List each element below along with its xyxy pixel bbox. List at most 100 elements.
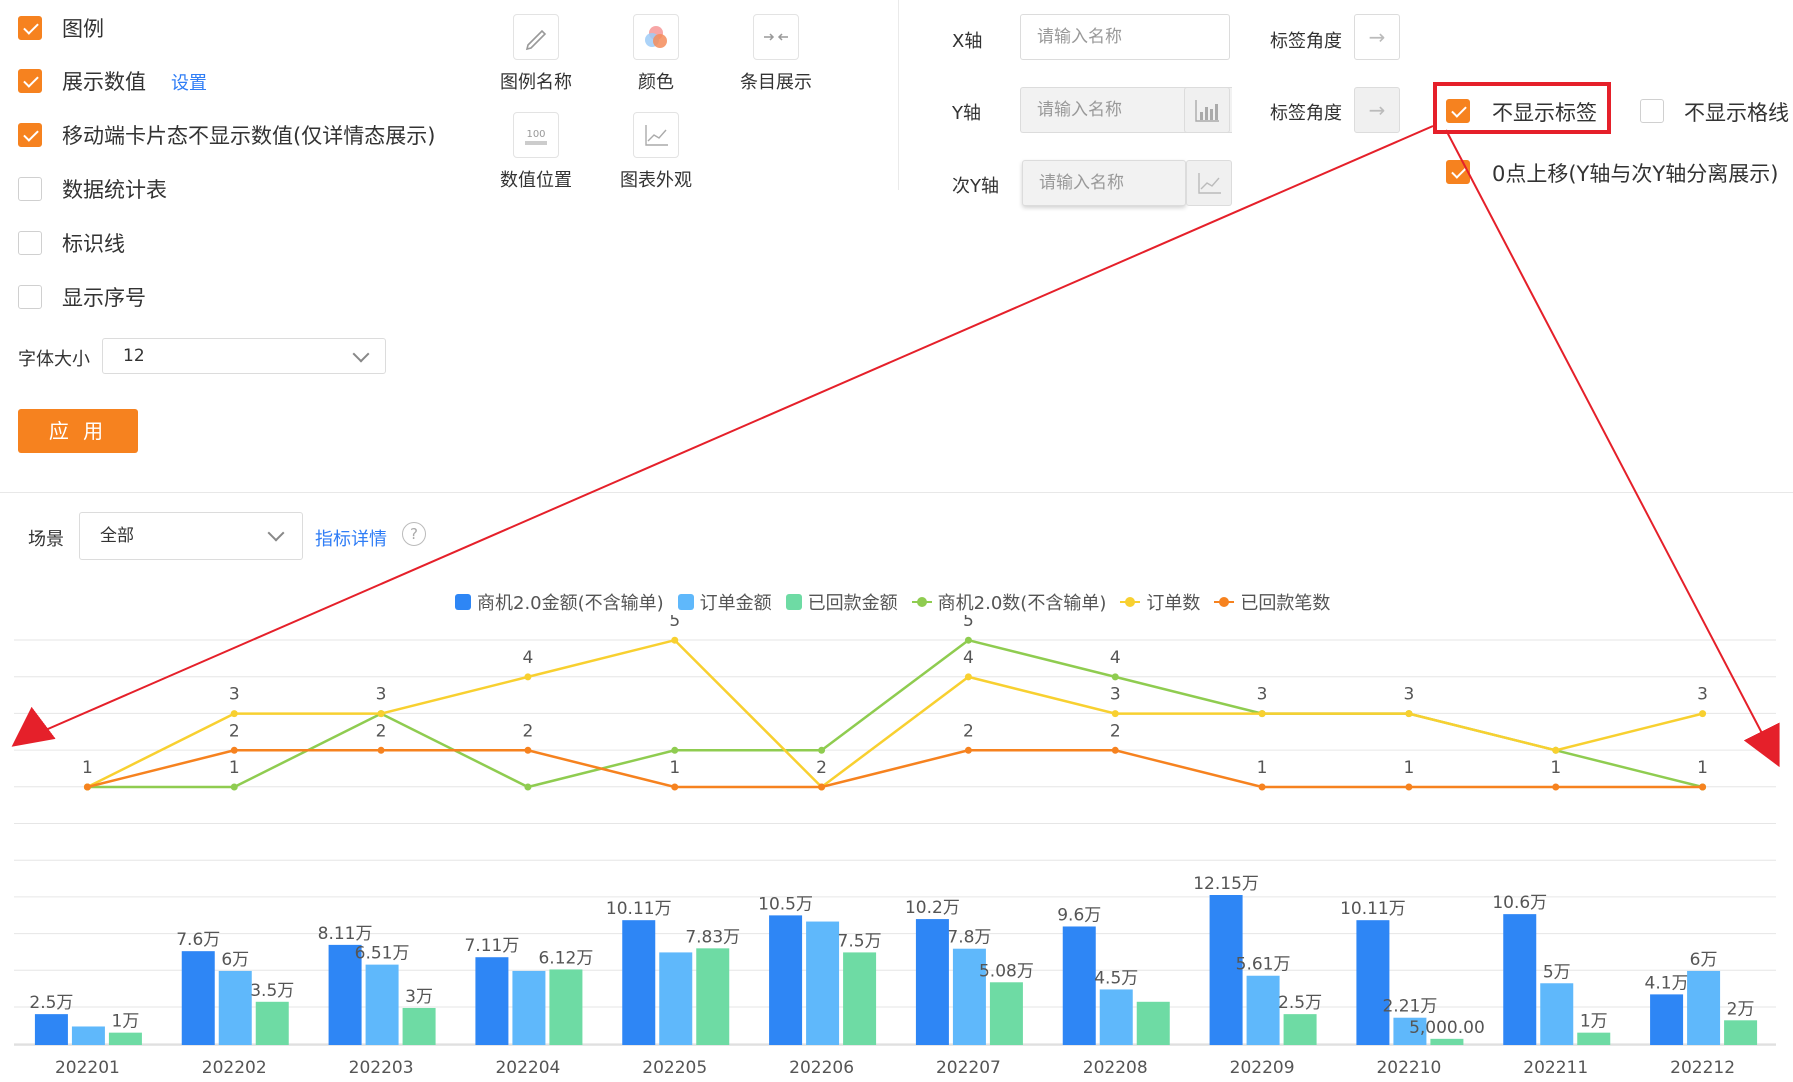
bar-value-label: 6万 [221,950,249,970]
chart-appearance-button[interactable] [633,112,679,158]
stats-table-label: 数据统计表 [62,178,167,202]
panel-divider [0,492,1793,493]
item-display-label: 条目展示 [740,72,812,93]
series-point [1258,783,1266,791]
hide-grid-checkbox[interactable] [1640,99,1664,123]
bar-value-label: 2.21万 [1382,997,1437,1017]
point-value-label: 1 [1550,758,1561,778]
x-tick-label: 202212 [1670,1058,1735,1078]
bar-value-label: 3.5万 [250,981,294,1001]
series-point [818,746,826,754]
show-index-checkbox[interactable] [18,285,42,309]
section-divider [898,0,899,190]
point-value-label: 2 [963,721,974,741]
point-value-label: 2 [229,721,240,741]
y-axis-bar-button[interactable] [1184,87,1230,133]
settings-link[interactable]: 设置 [171,69,207,95]
y-tag-angle-button[interactable]: → [1354,87,1400,133]
arrow-right-icon: → [1368,25,1386,49]
x-tick-label: 202204 [495,1058,560,1078]
bar [696,948,730,1045]
zero-up-label: 0点上移(Y轴与次Y轴分离展示) [1492,162,1779,186]
legend-name-button[interactable] [513,14,559,60]
legend-item[interactable]: 商机2.0数(不含输单) [911,589,1107,615]
legend-item[interactable]: 商机2.0金额(不含输单) [455,589,664,615]
bar-value-label: 7.11万 [464,936,519,956]
value-position-button[interactable]: 100 [513,112,559,158]
chevron-down-icon [352,345,370,363]
x-tick-label: 202205 [642,1058,707,1078]
scene-value: 全部 [100,526,134,546]
legend-label: 已回款金额 [807,593,898,614]
bar [1099,989,1133,1045]
point-value-label: 3 [1697,685,1708,705]
bar-value-label: 1万 [1580,1012,1608,1032]
point-value-label: 2 [816,758,827,778]
legend-checkbox[interactable] [18,16,42,40]
series-point [524,673,532,681]
legend-name-label: 图例名称 [500,72,572,93]
series-point [671,636,679,644]
bar [1503,914,1537,1045]
font-size-select[interactable]: 12 [102,338,386,374]
scene-select[interactable]: 全部 [79,512,303,560]
bar-value-label: 10.11万 [606,899,672,919]
line-chart-icon [1198,173,1221,194]
mobile-hide-values-checkbox[interactable] [18,123,42,147]
color-button[interactable] [633,14,679,60]
legend-label: 图例 [62,17,104,41]
bar [622,920,656,1045]
bar-value-label: 5,000.00 [1409,1018,1485,1038]
point-value-label: 3 [1110,685,1121,705]
series-point [1258,710,1266,718]
chart-appearance-label: 图表外观 [620,170,692,191]
bar [1430,1038,1464,1045]
zero-up-checkbox[interactable] [1446,160,1470,184]
series-point [818,783,826,791]
series-point [671,746,679,754]
point-value-label: 1 [1404,758,1415,778]
bar [1687,970,1721,1045]
bar [1246,975,1280,1045]
bar-value-label: 2.5万 [1278,993,1322,1013]
bar [1136,1001,1170,1045]
secondary-y-line-button[interactable] [1186,160,1232,206]
apply-button[interactable]: 应 用 [18,409,138,453]
arrow-right-icon: → [1368,98,1386,122]
x-axis-label: X轴 [952,31,983,52]
bar [512,970,546,1045]
secondary-y-axis-name-input[interactable]: 请输入名称 [1022,160,1186,206]
x-axis-name-input[interactable]: 请输入名称 [1020,14,1230,60]
indicator-detail-link[interactable]: 指标详情 [315,525,387,551]
bar [181,951,215,1045]
bar-value-label: 1万 [112,1012,140,1032]
line-chart-icon [645,125,668,146]
stats-table-checkbox[interactable] [18,177,42,201]
pencil-icon [525,29,547,51]
bar-value-label: 6.51万 [355,944,410,964]
help-icon[interactable]: ? [402,522,426,546]
legend-item[interactable]: 已回款笔数 [1214,589,1330,615]
point-value-label: 4 [523,648,534,668]
bar-value-label: 2.5万 [29,993,73,1013]
legend-swatch [911,594,932,610]
legend-label: 商机2.0数(不含输单) [937,593,1107,614]
bar [218,970,252,1045]
show-values-checkbox[interactable] [18,69,42,93]
legend-item[interactable]: 订单金额 [677,589,772,615]
show-index-label: 显示序号 [62,286,146,310]
x-tag-angle-button[interactable]: → [1354,14,1400,60]
legend-item[interactable]: 已回款金额 [785,589,898,615]
bar-value-label: 3万 [405,987,433,1007]
series-point [83,783,91,791]
legend-item[interactable]: 订单数 [1120,589,1200,615]
item-display-button[interactable] [753,14,799,60]
bar-value-label: 5万 [1543,962,1571,982]
bar [365,964,399,1045]
series-point [524,746,532,754]
x-tick-label: 202209 [1230,1058,1295,1078]
bar-value-label: 6.12万 [538,948,593,968]
bar [34,1014,68,1045]
series-point [1111,746,1119,754]
marker-line-checkbox[interactable] [18,231,42,255]
